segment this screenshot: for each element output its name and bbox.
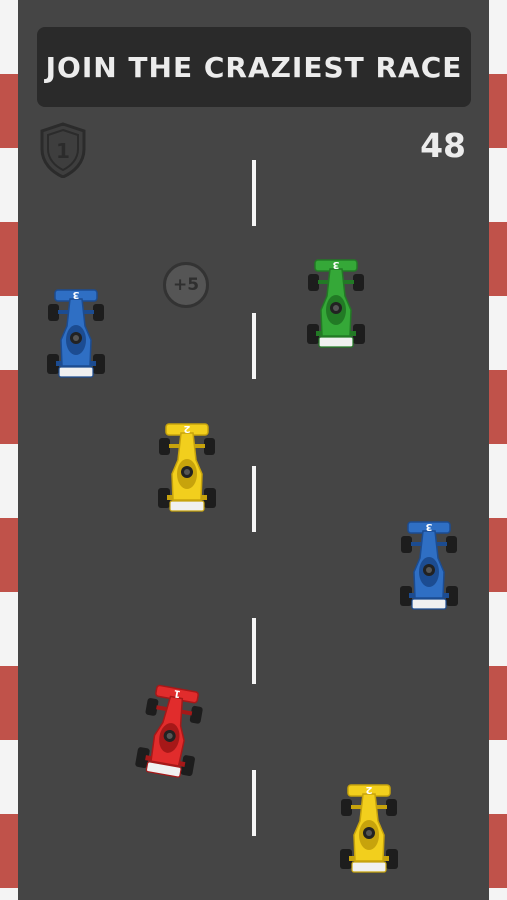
game-screen: JOIN THE CRAZIEST RACE 1 48 +5 3 3 2 3 1… <box>0 0 507 900</box>
yellow-car-middle: 2 <box>158 423 216 512</box>
car-number: 2 <box>183 423 190 434</box>
car-number: 3 <box>72 289 79 300</box>
lane-marking <box>252 160 256 226</box>
car-number: 3 <box>425 521 432 532</box>
curb-right <box>489 0 507 900</box>
shield-icon: 1 <box>40 122 86 178</box>
red-car-player[interactable]: 1 <box>130 681 210 787</box>
yellow-car-bottom: 2 <box>340 784 398 873</box>
lane-marking <box>252 618 256 684</box>
lane-marking <box>252 313 256 379</box>
shield-count: 1 <box>56 139 70 163</box>
car-number: 3 <box>332 259 339 270</box>
blue-car-right: 3 <box>400 521 458 610</box>
lane-marking <box>252 770 256 836</box>
title-banner: JOIN THE CRAZIEST RACE <box>37 27 471 107</box>
curb-left <box>0 0 18 900</box>
blue-car-left: 3 <box>47 289 105 378</box>
lane-marking <box>252 466 256 532</box>
car-number: 2 <box>365 784 372 795</box>
score-display: 48 <box>420 126 466 165</box>
green-car: 3 <box>307 259 365 348</box>
bonus-token: +5 <box>163 262 209 308</box>
banner-text: JOIN THE CRAZIEST RACE <box>45 50 463 84</box>
